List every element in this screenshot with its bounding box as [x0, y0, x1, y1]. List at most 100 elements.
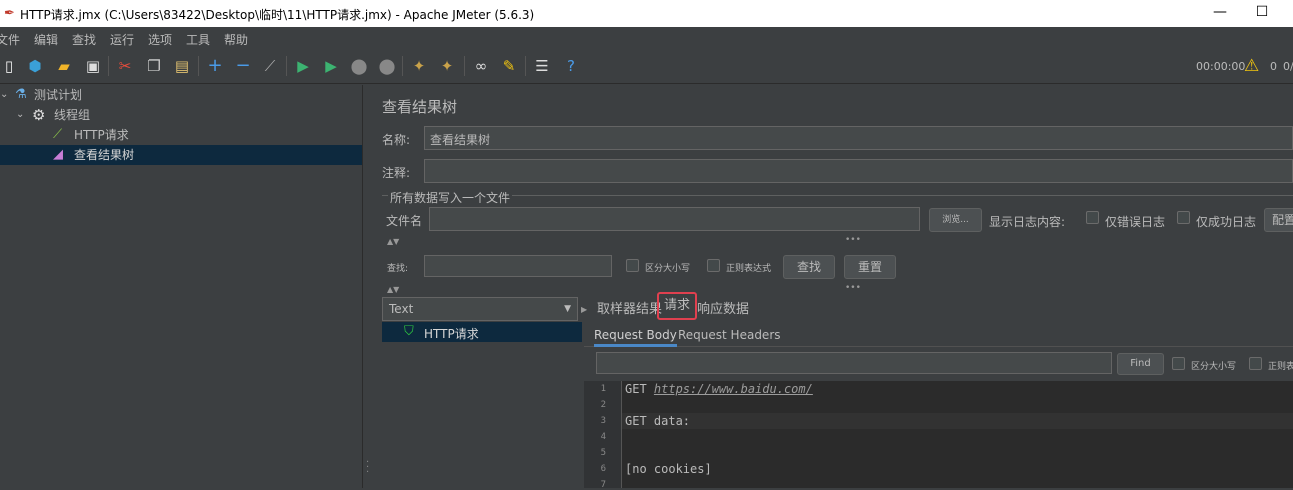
comment-label: 注释: — [382, 166, 411, 180]
line-number: 1 — [600, 384, 606, 394]
chart-icon: ◢ — [53, 147, 63, 162]
find-case-checkbox[interactable] — [1172, 357, 1185, 370]
divider-2[interactable]: ▲▼ ••• — [382, 283, 1293, 295]
code-line-1: GET https://www.baidu.com/ — [625, 382, 813, 396]
url-link[interactable]: https://www.baidu.com/ — [654, 382, 813, 396]
function-helper-icon[interactable]: ☰ — [531, 55, 553, 77]
warning-icon[interactable]: ⚠ — [1244, 56, 1259, 76]
find-regex-checkbox[interactable] — [1249, 357, 1262, 370]
case-sensitive-checkbox[interactable] — [626, 259, 639, 272]
regex-label: 正则表达式 — [726, 264, 772, 274]
request-body-editor[interactable]: 1 2 3 4 5 6 7 GET https://www.baidu.com/… — [584, 381, 1293, 490]
result-detail-pane: ▶ 取样器结果 请求 响应数据 Request Body Request Hea… — [581, 292, 1293, 490]
clear-icon[interactable]: ✦ — [408, 55, 430, 77]
elapsed-timer: 00:00:00 — [1196, 60, 1246, 73]
name-field[interactable]: 查看结果树 — [424, 126, 1293, 150]
search-input[interactable] — [424, 255, 612, 277]
menu-edit[interactable]: 编辑 — [34, 31, 58, 48]
renderer-select[interactable]: Text ▼ — [382, 297, 578, 321]
file-label: 文件名 — [386, 214, 423, 228]
shutdown-icon[interactable]: ⬤ — [376, 55, 398, 77]
menu-bar: 文件 编辑 查找 运行 选项 工具 帮助 — [0, 27, 1293, 49]
drag-dots-icon: ••• — [845, 235, 861, 245]
browse-button[interactable]: 浏览... — [929, 208, 982, 232]
arrow-up-icon[interactable]: ▲▼ — [387, 285, 399, 294]
title-bar: ✒ HTTP请求.jmx (C:\Users\83422\Desktop\临时\… — [0, 0, 1293, 27]
chevron-down-icon[interactable]: ⌄ — [0, 85, 8, 105]
minimize-button[interactable]: — — [1197, 2, 1243, 24]
toggle-icon[interactable]: ⟋ — [259, 55, 281, 77]
current-line-highlight — [622, 413, 1293, 429]
arrow-up-icon[interactable]: ▲▼ — [387, 237, 399, 246]
search-button[interactable]: 查找 — [783, 255, 835, 279]
test-plan-tree: ⌄ ⚗ 测试计划 ⌄ ⚙ 线程组 ⟋ HTTP请求 ◢ 查看结果树 — [0, 85, 362, 488]
search-label: 查找: — [387, 264, 409, 274]
reset-button[interactable]: 重置 — [844, 255, 896, 279]
start-icon[interactable]: ▶ — [292, 55, 314, 77]
find-case-label: 区分大小写 — [1191, 362, 1237, 372]
menu-run[interactable]: 运行 — [110, 31, 134, 48]
templates-icon[interactable]: ⬢ — [24, 55, 46, 77]
open-folder-icon[interactable]: ▰ — [53, 55, 75, 77]
results-list-pane: Text ▼ ⛉ HTTP请求 — [382, 295, 582, 488]
new-icon[interactable]: ▯ — [0, 55, 20, 77]
success-only-checkbox[interactable] — [1177, 211, 1190, 224]
binoculars-icon[interactable]: ∞ — [470, 55, 492, 77]
find-button[interactable]: Find — [1117, 353, 1164, 375]
regex-checkbox[interactable] — [707, 259, 720, 272]
tab-request-body[interactable]: Request Body — [594, 326, 677, 347]
clear-all-icon[interactable]: ✦ — [436, 55, 458, 77]
line-number: 6 — [600, 464, 606, 474]
tab-request-headers[interactable]: Request Headers — [678, 326, 781, 347]
filename-field[interactable] — [429, 207, 920, 231]
tab-response-data[interactable]: 响应数据 — [697, 299, 749, 321]
save-icon[interactable]: ▣ — [82, 55, 104, 77]
collapse-icon[interactable]: − — [232, 55, 254, 77]
expand-icon[interactable]: + — [204, 55, 226, 77]
menu-options[interactable]: 选项 — [148, 31, 172, 48]
drag-dots-icon: ••• — [845, 283, 861, 293]
copy-icon[interactable]: ❐ — [143, 55, 165, 77]
configure-button[interactable]: 配置 — [1264, 208, 1293, 232]
reset-search-icon[interactable]: ✎ — [498, 55, 520, 77]
code-line-6: [no cookies] — [625, 462, 712, 476]
line-number: 7 — [600, 480, 606, 490]
tree-item-test-plan[interactable]: ⌄ ⚗ 测试计划 — [0, 85, 362, 105]
success-only-label: 仅成功日志 — [1196, 215, 1257, 229]
tree-item-http-request[interactable]: ⟋ HTTP请求 — [0, 125, 362, 145]
tree-item-thread-group[interactable]: ⌄ ⚙ 线程组 — [0, 105, 362, 125]
listener-panel: 查看结果树 名称: 查看结果树 注释: 所有数据写入一个文件 文件名 浏览...… — [372, 85, 1293, 490]
pane-splitter[interactable]: · · · — [362, 85, 372, 488]
pipette-icon: ⟋ — [53, 127, 63, 142]
thread-ratio: 0/ — [1283, 60, 1293, 73]
line-gutter: 1 2 3 4 5 6 7 — [584, 381, 622, 490]
menu-tools[interactable]: 工具 — [186, 31, 210, 48]
result-item[interactable]: ⛉ HTTP请求 — [382, 322, 582, 342]
menu-file[interactable]: 文件 — [0, 31, 20, 48]
menu-search[interactable]: 查找 — [72, 31, 96, 48]
tree-item-result-tree[interactable]: ◢ 查看结果树 — [0, 145, 362, 165]
find-input[interactable] — [596, 352, 1112, 374]
splitter-grip-icon: · · · — [366, 457, 370, 478]
cut-icon[interactable]: ✂ — [114, 55, 136, 77]
gear-icon: ⚙ — [32, 106, 46, 124]
stop-icon[interactable]: ⬤ — [348, 55, 370, 77]
line-number: 2 — [600, 400, 606, 410]
errors-only-checkbox[interactable] — [1086, 211, 1099, 224]
paste-icon[interactable]: ▤ — [171, 55, 193, 77]
comment-field[interactable] — [424, 159, 1293, 183]
errors-only-label: 仅错误日志 — [1105, 215, 1166, 229]
tab-sampler-result[interactable]: 取样器结果 — [597, 299, 662, 321]
collapse-arrow-icon[interactable]: ▶ — [581, 305, 587, 314]
name-label: 名称: — [382, 133, 411, 147]
divider-1[interactable]: ▲▼ ••• — [382, 235, 1293, 247]
toolbar: ▯ ⬢ ▰ ▣ ✂ ❐ ▤ + − ⟋ ▶ ▶ ⬤ ⬤ ✦ ✦ ∞ ✎ ☰ ? … — [0, 49, 1293, 84]
start-no-pause-icon[interactable]: ▶ — [320, 55, 342, 77]
menu-help[interactable]: 帮助 — [224, 31, 248, 48]
file-group-title: 所有数据写入一个文件 — [388, 189, 513, 206]
chevron-down-icon[interactable]: ⌄ — [16, 105, 24, 125]
help-icon[interactable]: ? — [560, 55, 582, 77]
tab-request[interactable]: 请求 — [657, 292, 698, 320]
jmeter-feather-icon: ✒ — [4, 6, 15, 21]
maximize-button[interactable]: ☐ — [1239, 2, 1285, 24]
